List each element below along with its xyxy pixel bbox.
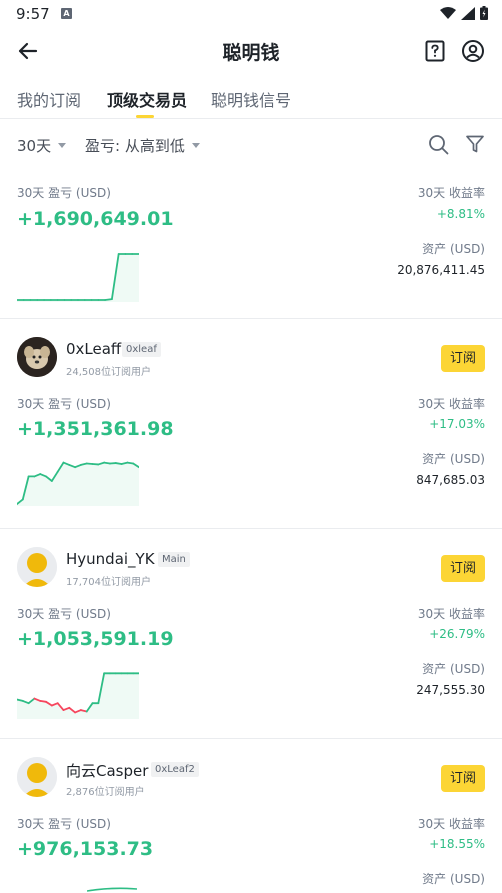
roi-value: +18.55% xyxy=(429,837,485,851)
subscribe-button[interactable]: 订阅 xyxy=(441,345,485,372)
divider xyxy=(0,118,502,119)
search-icon[interactable] xyxy=(428,134,449,155)
app-bar: 聪明钱 xyxy=(0,28,502,74)
assets-label: 资产 (USD) xyxy=(422,660,485,677)
dog-avatar-icon xyxy=(17,337,57,377)
tab-top-traders[interactable]: 顶级交易员 xyxy=(107,87,187,111)
roi-label: 30天 收益率 xyxy=(418,605,485,622)
roi-value: +8.81% xyxy=(437,207,485,221)
pnl-sparkline xyxy=(17,669,139,719)
subscribe-button[interactable]: 订阅 xyxy=(441,765,485,792)
sparkline-area xyxy=(17,463,139,506)
trader-name[interactable]: 向云Casper xyxy=(66,760,148,781)
trader-tag: Main xyxy=(158,552,190,567)
assets-label: 资产 (USD) xyxy=(422,870,485,887)
trader-card[interactable]: Hyundai_YK Main 17,704位订阅用户 订阅 30天 盈亏 (U… xyxy=(0,529,502,739)
sort-label: 盈亏: 从高到低 xyxy=(85,135,185,156)
tab-smart-money-signals[interactable]: 聪明钱信号 xyxy=(211,87,291,111)
pnl-label: 30天 盈亏 (USD) xyxy=(17,184,111,201)
subscriber-count: 17,704位订阅用户 xyxy=(66,573,151,588)
roi-label: 30天 收益率 xyxy=(418,395,485,412)
wifi-icon xyxy=(440,7,456,20)
pnl-label: 30天 盈亏 (USD) xyxy=(17,395,111,412)
pnl-value: +1,690,649.01 xyxy=(17,208,174,230)
period-dropdown[interactable]: 30天 xyxy=(17,135,66,156)
trader-name[interactable]: 0xLeaff xyxy=(66,340,121,358)
filter-funnel-icon[interactable] xyxy=(465,134,485,154)
assets-value: 20,876,411.45 xyxy=(397,263,485,277)
trader-avatar xyxy=(17,757,57,797)
pnl-value: +1,351,361.98 xyxy=(17,418,174,440)
trader-card[interactable]: 向云Casper 0xLeaf2 2,876位订阅用户 订阅 30天 盈亏 (U… xyxy=(0,739,502,892)
pnl-sparkline xyxy=(87,887,137,893)
subscriber-count: 2,876位订阅用户 xyxy=(66,783,145,798)
tab-bar: 我的订阅 顶级交易员 聪明钱信号 xyxy=(0,80,502,120)
sort-dropdown[interactable]: 盈亏: 从高到低 xyxy=(85,135,200,156)
trader-avatar xyxy=(17,547,57,587)
assets-label: 资产 (USD) xyxy=(422,240,485,257)
user-profile-icon[interactable] xyxy=(461,39,485,63)
caret-down-icon xyxy=(58,143,66,148)
sim-icon: A xyxy=(61,8,72,19)
sparkline-segment xyxy=(105,299,112,300)
assets-value: 847,685.03 xyxy=(416,473,485,487)
trader-tag: 0xleaf xyxy=(122,342,161,357)
tab-my-subscriptions[interactable]: 我的订阅 xyxy=(17,87,81,111)
trader-tag: 0xLeaf2 xyxy=(151,762,199,777)
status-bar: 9:57 A xyxy=(0,0,502,28)
subscriber-count: 24,508位订阅用户 xyxy=(66,363,151,378)
assets-value: 247,555.30 xyxy=(416,683,485,697)
battery-icon xyxy=(480,6,488,20)
pnl-label: 30天 盈亏 (USD) xyxy=(17,605,111,622)
trader-name[interactable]: Hyundai_YK xyxy=(66,550,155,568)
roi-value: +17.03% xyxy=(429,417,485,431)
pnl-label: 30天 盈亏 (USD) xyxy=(17,815,111,832)
coin-avatar-icon xyxy=(17,757,57,797)
roi-label: 30天 收益率 xyxy=(418,184,485,201)
help-doc-icon[interactable] xyxy=(423,39,447,63)
roi-value: +26.79% xyxy=(429,627,485,641)
pnl-value: +976,153.73 xyxy=(17,838,153,860)
filter-bar: 30天 盈亏: 从高到低 xyxy=(0,124,502,166)
status-time: 9:57 xyxy=(16,5,50,23)
trader-card[interactable]: 0xLeaff 0xleaf 24,508位订阅用户 订阅 30天 盈亏 (US… xyxy=(0,319,502,529)
roi-label: 30天 收益率 xyxy=(418,815,485,832)
assets-label: 资产 (USD) xyxy=(422,450,485,467)
period-label: 30天 xyxy=(17,135,51,156)
trader-avatar xyxy=(17,337,57,377)
sparkline-area xyxy=(17,254,139,302)
subscribe-button[interactable]: 订阅 xyxy=(441,555,485,582)
pnl-sparkline xyxy=(17,456,139,506)
pnl-value: +1,053,591.19 xyxy=(17,628,174,650)
caret-down-icon xyxy=(192,143,200,148)
coin-avatar-icon xyxy=(17,547,57,587)
signal-icon xyxy=(461,7,475,20)
trader-card[interactable]: 30天 盈亏 (USD) +1,690,649.01 30天 收益率 +8.81… xyxy=(0,170,502,319)
system-icons xyxy=(440,6,488,20)
pnl-sparkline xyxy=(17,252,139,302)
